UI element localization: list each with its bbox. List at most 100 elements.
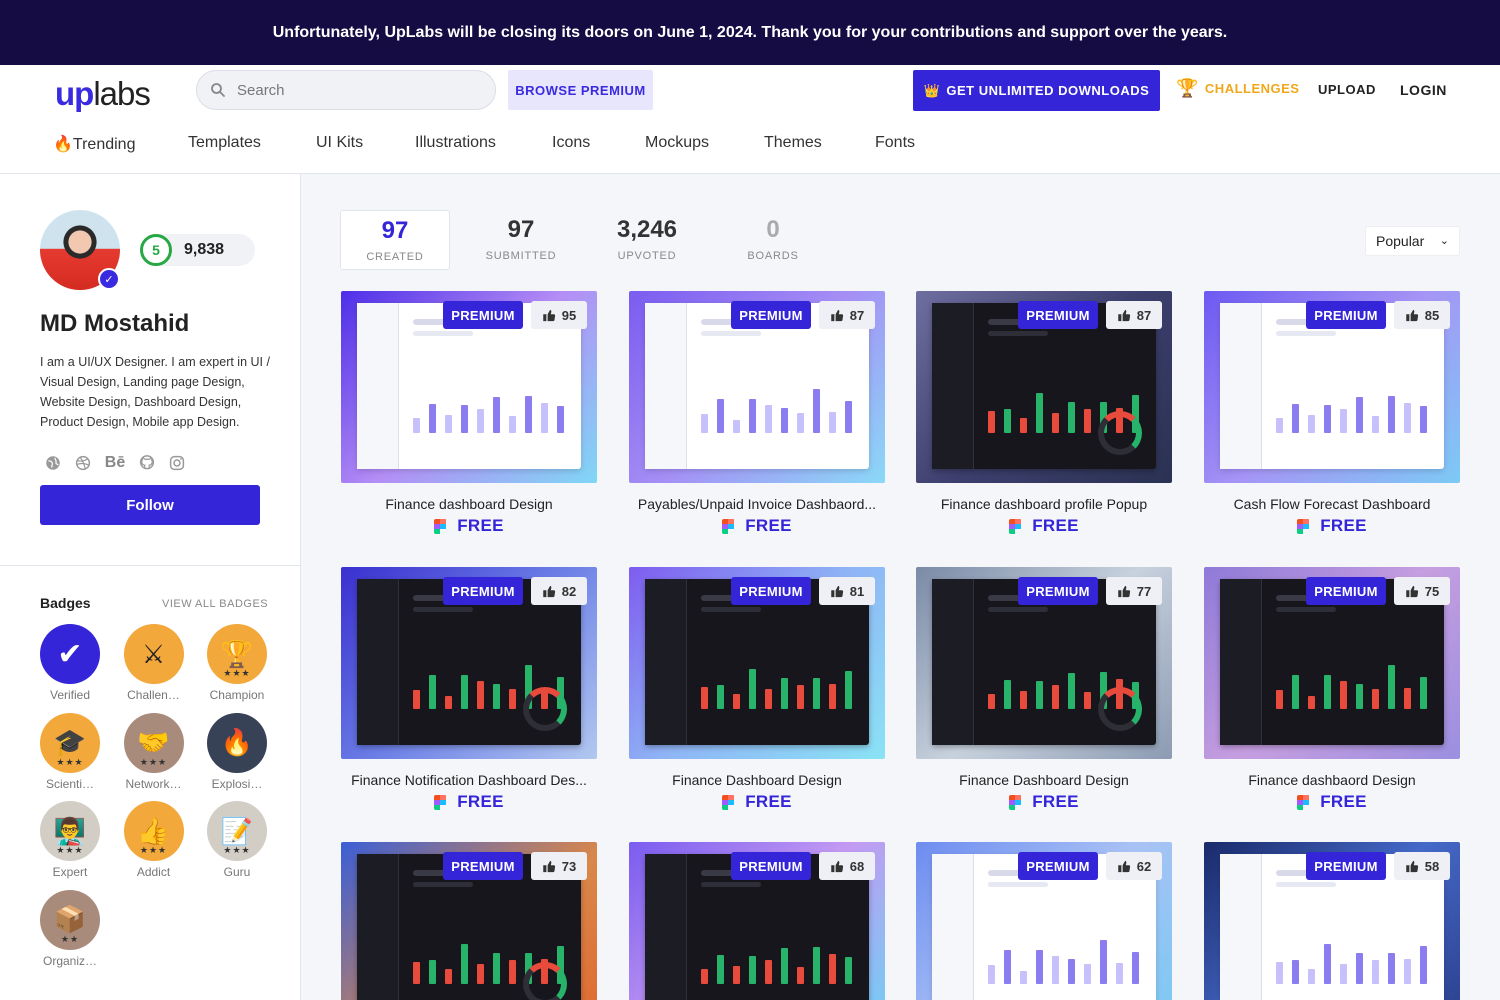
globe-icon[interactable] xyxy=(44,454,62,472)
badge-verified[interactable]: ✔ xyxy=(40,624,100,684)
preview-bar xyxy=(1356,953,1363,984)
shot-thumbnail[interactable]: PREMIUM 62 xyxy=(916,842,1172,1000)
preview-bar xyxy=(509,960,516,984)
preview-chart xyxy=(1276,395,1427,433)
browse-premium-button[interactable]: BROWSE PREMIUM xyxy=(508,70,653,110)
nav-item-illustrations[interactable]: Illustrations xyxy=(415,134,552,154)
badge-challenger[interactable]: ⚔ xyxy=(123,624,184,684)
like-button[interactable]: 82 xyxy=(531,577,587,605)
search-box[interactable] xyxy=(196,70,496,110)
search-input[interactable] xyxy=(237,81,477,99)
badge-stars: ★★★ xyxy=(56,756,84,767)
nav-item-trending[interactable]: 🔥Trending xyxy=(53,134,188,154)
preview-bar xyxy=(429,960,436,984)
like-button[interactable]: 73 xyxy=(531,852,587,880)
shot-title[interactable]: Finance Dashboard Design xyxy=(916,772,1172,788)
badge-scientist[interactable]: 🎓 ★★★ xyxy=(40,712,100,773)
badge-networker[interactable]: 🤝 ★★★ xyxy=(123,712,184,773)
nav-item-fonts[interactable]: Fonts xyxy=(875,134,935,154)
shot-thumbnail[interactable]: PREMIUM 58 xyxy=(1204,842,1460,1000)
like-button[interactable]: 77 xyxy=(1106,577,1162,605)
instagram-icon[interactable] xyxy=(168,454,186,472)
shot-thumbnail[interactable]: PREMIUM 87 xyxy=(629,291,885,483)
shot-title[interactable]: Finance Dashboard Design xyxy=(629,772,885,788)
follow-button[interactable]: Follow xyxy=(40,485,260,525)
price-label: FREE xyxy=(1032,792,1079,811)
badge-expert[interactable]: 👨‍🏫 ★★★ xyxy=(40,801,100,861)
like-button[interactable]: 87 xyxy=(819,301,875,329)
stat-created[interactable]: 97 CREATED xyxy=(340,210,450,270)
nav-item-templates[interactable]: Templates xyxy=(188,134,316,154)
shot-thumbnail[interactable]: PREMIUM 85 xyxy=(1204,291,1460,483)
shot-title[interactable]: Finance dashboard profile Popup xyxy=(916,496,1172,512)
like-count: 77 xyxy=(1136,583,1152,599)
view-all-badges-link[interactable]: VIEW ALL BADGES xyxy=(162,598,268,610)
shot-price: FREE xyxy=(629,792,885,812)
premium-badge: PREMIUM xyxy=(731,577,811,605)
nav-item-mockups[interactable]: Mockups xyxy=(645,134,764,154)
shot-title[interactable]: Finance dashboard Design xyxy=(341,496,597,512)
shot-thumbnail[interactable]: PREMIUM 73 xyxy=(341,842,597,1000)
behance-icon[interactable]: Bē xyxy=(104,454,126,472)
like-button[interactable]: 75 xyxy=(1394,577,1450,605)
shot-thumbnail[interactable]: PREMIUM 77 xyxy=(916,567,1172,759)
shot-card[interactable]: PREMIUM 87 Payables/Unpaid Invoice Dashbao… xyxy=(629,291,885,536)
shot-title[interactable]: Finance Notification Dashboard Des... xyxy=(341,772,597,788)
preview-bar xyxy=(461,944,468,984)
preview-bar xyxy=(1324,405,1331,433)
shot-thumbnail[interactable]: PREMIUM 81 xyxy=(629,567,885,759)
dribbble-icon[interactable] xyxy=(74,454,92,472)
nav-item-ui-kits[interactable]: UI Kits xyxy=(316,134,415,154)
badge-champion[interactable]: 🏆 ★★★ xyxy=(207,624,267,684)
shot-card[interactable]: PREMIUM 81 Finance Dashboard Design FREE xyxy=(629,567,885,812)
shot-card[interactable]: PREMIUM 87 Finance dashboard profile Popup… xyxy=(916,291,1172,536)
preview-chart xyxy=(701,946,852,984)
upload-link[interactable]: UPLOAD xyxy=(1318,82,1376,97)
shot-thumbnail[interactable]: PREMIUM 68 xyxy=(629,842,885,1000)
nav-item-icons[interactable]: Icons xyxy=(552,134,645,154)
preview-bar xyxy=(445,968,452,984)
uplabs-logo[interactable]: up labs xyxy=(55,75,151,112)
like-button[interactable]: 95 xyxy=(531,301,587,329)
preview-subheading xyxy=(701,607,761,612)
shot-card[interactable]: PREMIUM 68 xyxy=(629,842,885,1000)
challenges-link[interactable]: 🏆 CHALLENGES xyxy=(1176,78,1299,99)
shot-thumbnail[interactable]: PREMIUM 75 xyxy=(1204,567,1460,759)
nav-item-themes[interactable]: Themes xyxy=(764,134,875,154)
shot-title[interactable]: Payables/Unpaid Invoice Dashbaord... xyxy=(629,496,885,512)
shot-thumbnail[interactable]: PREMIUM 87 xyxy=(916,291,1172,483)
shot-card[interactable]: PREMIUM 62 xyxy=(916,842,1172,1000)
verified-check-icon: ✓ xyxy=(98,268,120,290)
shot-card[interactable]: PREMIUM 75 Finance dashbaord Design FREE xyxy=(1204,567,1460,812)
shot-thumbnail[interactable]: PREMIUM 82 xyxy=(341,567,597,759)
shot-card[interactable]: PREMIUM 58 xyxy=(1204,842,1460,1000)
shot-card[interactable]: PREMIUM 85 Cash Flow Forecast Dashboard FRE… xyxy=(1204,291,1460,536)
like-button[interactable]: 81 xyxy=(819,577,875,605)
shot-card[interactable]: PREMIUM 73 xyxy=(341,842,597,1000)
preview-bar xyxy=(1308,968,1315,984)
shot-title[interactable]: Finance dashbaord Design xyxy=(1204,772,1460,788)
like-button[interactable]: 87 xyxy=(1106,301,1162,329)
badge-explosive[interactable]: 🔥 xyxy=(207,712,267,773)
github-icon[interactable] xyxy=(138,454,156,472)
badge-organizer[interactable]: 📦 ★★ xyxy=(40,889,100,950)
shot-title[interactable]: Cash Flow Forecast Dashboard xyxy=(1204,496,1460,512)
login-link[interactable]: LOGIN xyxy=(1400,82,1447,98)
like-button[interactable]: 85 xyxy=(1394,301,1450,329)
like-button[interactable]: 62 xyxy=(1106,852,1162,880)
stat-upvoted[interactable]: 3,246 UPVOTED xyxy=(592,210,702,270)
shot-card[interactable]: PREMIUM 77 Finance Dashboard Design FREE xyxy=(916,567,1172,812)
shot-card[interactable]: PREMIUM 95 Finance dashboard Design FREE xyxy=(341,291,597,536)
stat-submitted[interactable]: 97 SUBMITTED xyxy=(466,210,576,270)
badge-guru[interactable]: 📝 ★★★ xyxy=(207,801,267,861)
shot-card[interactable]: PREMIUM 82 Finance Notification Dashboard … xyxy=(341,567,597,812)
get-unlimited-downloads-button[interactable]: 👑 GET UNLIMITED DOWNLOADS xyxy=(913,70,1160,111)
stat-boards[interactable]: 0 BOARDS xyxy=(718,210,828,270)
shot-thumbnail[interactable]: PREMIUM 95 xyxy=(341,291,597,483)
like-button[interactable]: 68 xyxy=(819,852,875,880)
preview-bar xyxy=(461,405,468,433)
preview-bar xyxy=(765,960,772,984)
badge-addict[interactable]: 👍 ★★★ xyxy=(123,801,184,861)
sort-dropdown[interactable]: Popular ⌄ xyxy=(1365,226,1460,256)
like-button[interactable]: 58 xyxy=(1394,852,1450,880)
